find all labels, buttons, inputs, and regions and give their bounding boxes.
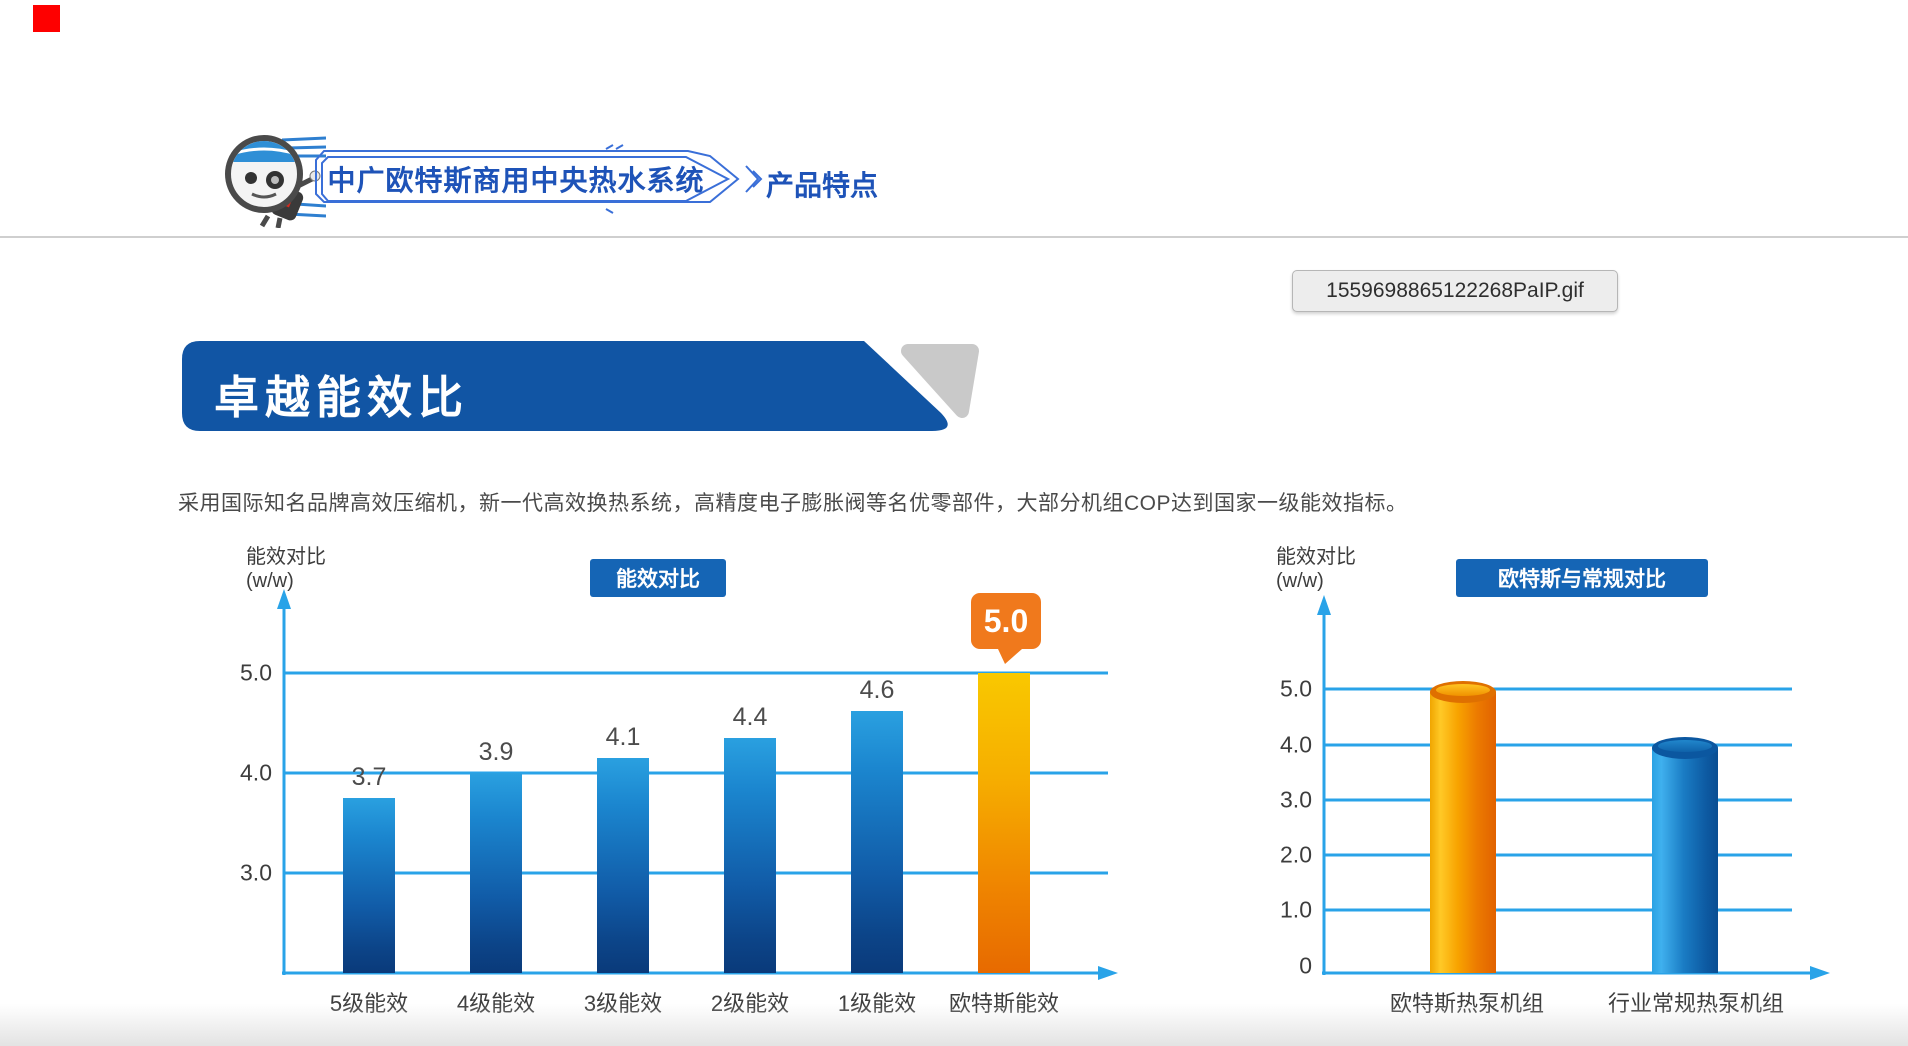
y-tick: 3.0 <box>230 860 272 887</box>
bottom-fade <box>0 1004 1908 1046</box>
filename-badge: 1559698865122268PaIP.gif <box>1292 270 1618 312</box>
chart-outes-vs-conventional: 能效对比 (w/w) 欧特斯与常规对比 5.0 4.0 3.0 2.0 1.0 … <box>1270 545 1882 1025</box>
bar-value-label: 4.1 <box>597 723 649 752</box>
y-tick: 1.0 <box>1270 897 1312 924</box>
brand-banner-label: 中广欧特斯商用中央热水系统 <box>338 144 694 214</box>
y-tick: 5.0 <box>230 660 272 687</box>
bar-grade2: 4.4 <box>724 738 776 973</box>
tab-product-features: 产品特点 <box>766 164 878 204</box>
section-title: 卓越能效比 <box>214 361 469 426</box>
axes <box>1270 545 1882 1025</box>
bar-value-label: 3.9 <box>470 738 522 767</box>
bar-value-label: 4.6 <box>851 676 903 705</box>
x-axis-arrow <box>1098 966 1118 980</box>
y-tick: 4.0 <box>230 760 272 787</box>
cylinder-top-highlight <box>1658 740 1712 752</box>
cylinder-outes <box>1430 692 1496 973</box>
x-axis-arrow <box>1810 966 1830 980</box>
brand-banner: 中广欧特斯商用中央热水系统 <box>306 144 786 214</box>
outes-value-callout: 5.0 <box>971 593 1041 649</box>
y-axis-arrow <box>277 589 291 609</box>
y-tick: 2.0 <box>1270 842 1312 869</box>
y-tick: 5.0 <box>1270 676 1312 703</box>
bar-value-label: 3.7 <box>343 763 395 792</box>
y-tick: 3.0 <box>1270 787 1312 814</box>
mascot-eye-left <box>245 172 257 184</box>
chart-efficiency-comparison: 能效对比 (w/w) 能效对比 5.0 4.0 3.0 3.7 3.9 4.1 <box>230 545 1130 1025</box>
cylinder-top <box>1652 737 1718 759</box>
mascot-eye-glint <box>271 176 279 184</box>
cylinder-top <box>1430 681 1496 703</box>
header-divider <box>0 236 1908 238</box>
cylinder-conventional <box>1652 748 1718 973</box>
cylinder-top-highlight <box>1436 684 1490 696</box>
bar-grade4: 3.9 <box>470 773 522 973</box>
bar-grade5: 3.7 <box>343 798 395 973</box>
bar-value-label: 4.4 <box>724 703 776 732</box>
y-tick: 4.0 <box>1270 732 1312 759</box>
y-tick: 0 <box>1270 953 1312 980</box>
red-indicator <box>33 5 60 32</box>
page: 中广欧特斯商用中央热水系统 产品特点 1559698865122268PaIP.… <box>0 0 1908 1046</box>
section-description: 采用国际知名品牌高效压缩机，新一代高效换热系统，高精度电子膨胀阀等名优零部件，大… <box>178 487 1758 517</box>
bar-grade3: 4.1 <box>597 758 649 973</box>
y-axis-arrow <box>1317 595 1331 615</box>
mascot-legs <box>262 216 280 228</box>
bar-grade1: 4.6 <box>851 711 903 973</box>
frame-chevron-1 <box>746 166 758 192</box>
bar-outes <box>978 673 1030 973</box>
section-title-banner: 卓越能效比 <box>178 337 990 435</box>
